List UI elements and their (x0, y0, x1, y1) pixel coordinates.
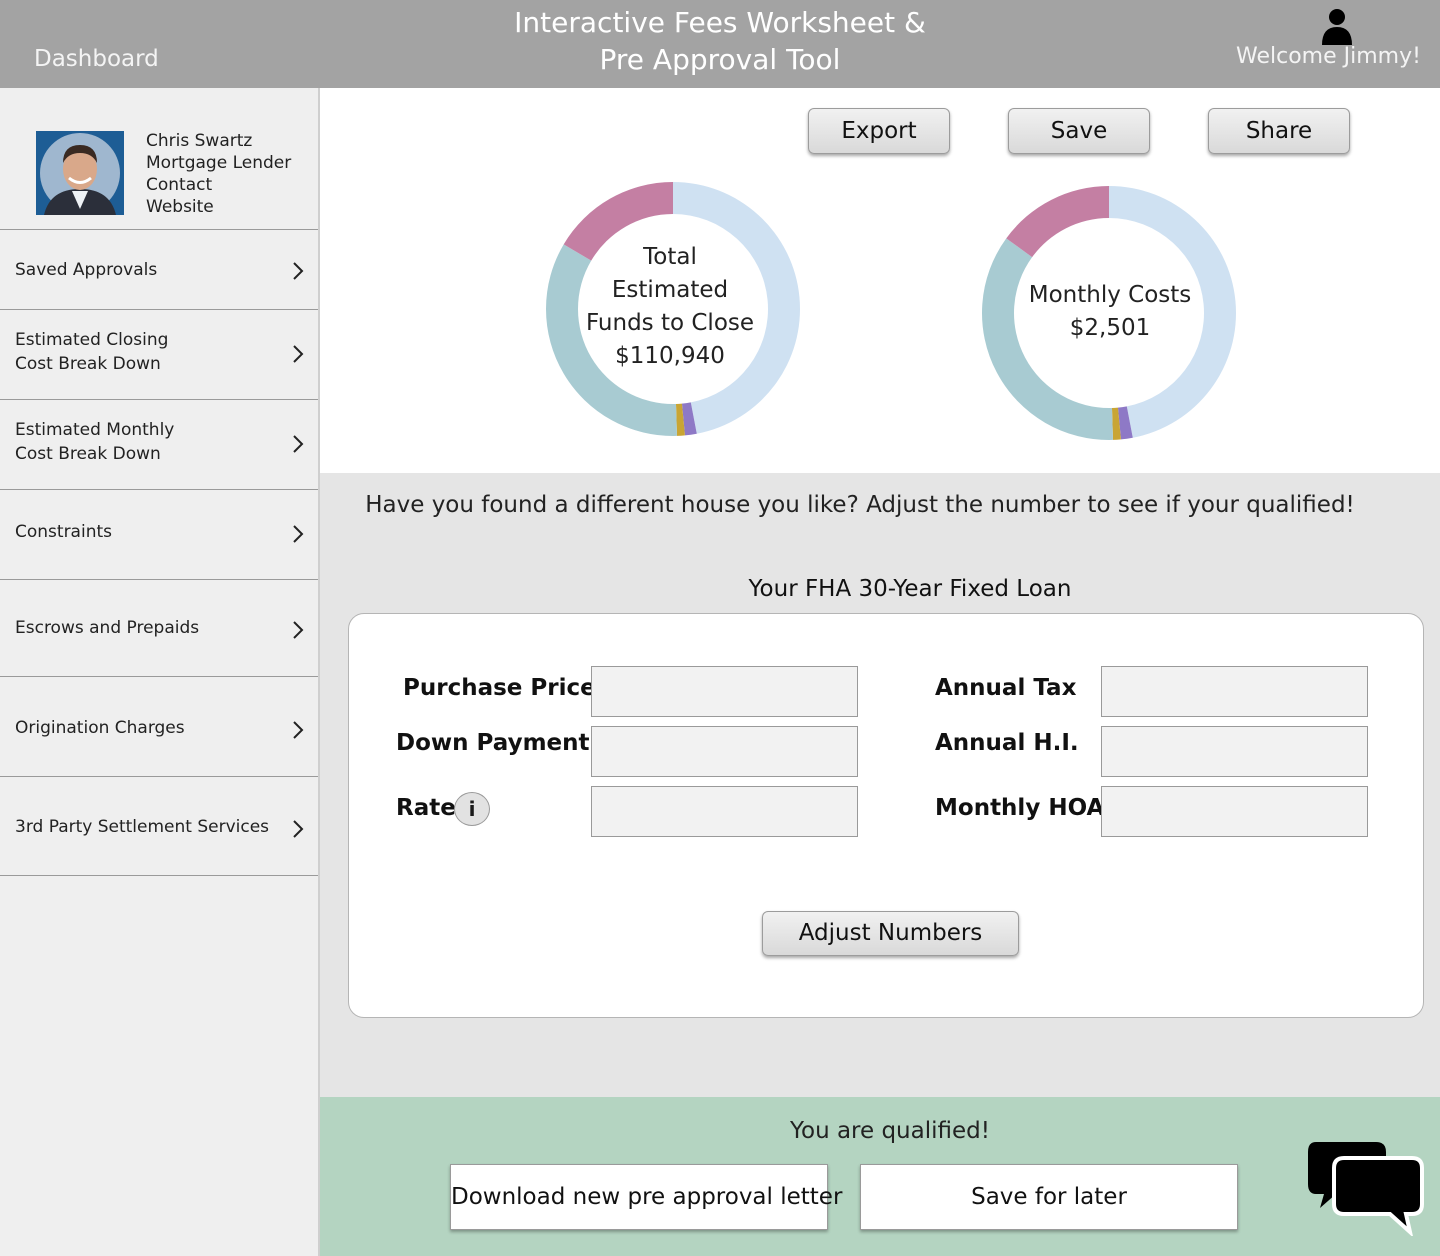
purchase-price-label: Purchase Price (403, 675, 596, 701)
annual-tax-label: Annual Tax (935, 675, 1077, 701)
avatar (36, 131, 124, 215)
loan-title: Your FHA 30-Year Fixed Loan (748, 576, 1072, 602)
user-icon[interactable] (1320, 8, 1354, 46)
qualification-status: You are qualified! (790, 1118, 990, 1144)
sidebar: Chris Swartz Mortgage Lender Contact Web… (0, 88, 320, 1256)
chat-bubbles-icon[interactable] (1306, 1138, 1426, 1236)
sidebar-item-closing-cost-breakdown[interactable]: Estimated Closing Cost Break Down (0, 310, 318, 400)
save-for-later-button[interactable]: Save for later (860, 1164, 1238, 1230)
app-title-line-1: Interactive Fees Worksheet & (514, 6, 926, 39)
welcome-message: Welcome Jimmy! (1236, 44, 1421, 69)
rate-input[interactable] (591, 786, 858, 837)
down-payment-label: Down Payment (396, 730, 590, 756)
sidebar-item-label: Origination Charges (15, 718, 185, 738)
app-title: Interactive Fees Worksheet & Pre Approva… (470, 4, 970, 78)
adjust-numbers-button[interactable]: Adjust Numbers (762, 911, 1019, 956)
lender-profile: Chris Swartz Mortgage Lender Contact Web… (0, 88, 318, 230)
chevron-right-icon (293, 721, 304, 739)
sidebar-item-monthly-cost-breakdown[interactable]: Estimated Monthly Cost Break Down (0, 400, 318, 490)
sidebar-item-saved-approvals[interactable]: Saved Approvals (0, 230, 318, 310)
chevron-right-icon (293, 621, 304, 639)
sidebar-item-label: 3rd Party Settlement Services (15, 817, 270, 837)
dashboard-link[interactable]: Dashboard (34, 46, 159, 72)
monthly-hoa-label: Monthly HOA (935, 795, 1105, 821)
rate-info-icon[interactable]: i (454, 792, 490, 826)
purchase-price-input[interactable] (591, 666, 858, 717)
chevron-right-icon (293, 820, 304, 838)
save-button[interactable]: Save (1008, 108, 1150, 154)
monthly-costs-center-text: Monthly Costs $2,501 (1014, 279, 1206, 345)
sidebar-item-label: Constraints (15, 522, 112, 542)
contact-link[interactable]: Contact (146, 174, 291, 196)
annual-hi-input[interactable] (1101, 726, 1368, 777)
monthly-hoa-input[interactable] (1101, 786, 1368, 837)
sidebar-item-label: Escrows and Prepaids (15, 618, 200, 638)
sidebar-item-label: Estimated Closing Cost Break Down (15, 330, 169, 374)
sidebar-item-constraints[interactable]: Constraints (0, 490, 318, 580)
lender-role: Mortgage Lender (146, 153, 292, 173)
chevron-right-icon (293, 435, 304, 453)
funds-to-close-label-line-2: Estimated (611, 277, 729, 303)
annual-tax-input[interactable] (1101, 666, 1368, 717)
app-title-line-2: Pre Approval Tool (599, 43, 841, 76)
rate-label: Rate (396, 795, 456, 821)
lender-info: Chris Swartz Mortgage Lender Contact Web… (146, 130, 291, 218)
download-letter-button[interactable]: Download new pre approval letter (450, 1164, 842, 1230)
funds-to-close-label-line-1: Total (643, 244, 697, 270)
monthly-costs-label: Monthly Costs (1028, 282, 1192, 308)
chevron-right-icon (293, 345, 304, 363)
sidebar-item-label: Estimated Monthly Cost Break Down (15, 420, 175, 464)
lender-photo-icon (36, 131, 124, 215)
funds-to-close-value: $110,940 (615, 343, 725, 369)
annual-hi-label: Annual H.I. (935, 730, 1079, 756)
sidebar-item-third-party-settlement[interactable]: 3rd Party Settlement Services (0, 777, 318, 876)
donut-slice (1006, 186, 1109, 258)
sidebar-item-origination-charges[interactable]: Origination Charges (0, 677, 318, 777)
funds-to-close-label-line-3: Funds to Close (585, 310, 755, 336)
export-button[interactable]: Export (808, 108, 950, 154)
chevron-right-icon (293, 525, 304, 543)
chevron-right-icon (293, 262, 304, 280)
lender-name: Chris Swartz (146, 131, 253, 151)
sidebar-item-escrows-prepaids[interactable]: Escrows and Prepaids (0, 580, 318, 677)
website-link[interactable]: Website (146, 196, 291, 218)
funds-to-close-center-text: Total Estimated Funds to Close $110,940 (574, 241, 766, 373)
monthly-costs-value: $2,501 (1069, 315, 1151, 341)
down-payment-input[interactable] (591, 726, 858, 777)
share-button[interactable]: Share (1208, 108, 1350, 154)
adjust-prompt: Have you found a different house you lik… (365, 492, 1355, 518)
sidebar-item-label: Saved Approvals (15, 260, 158, 280)
